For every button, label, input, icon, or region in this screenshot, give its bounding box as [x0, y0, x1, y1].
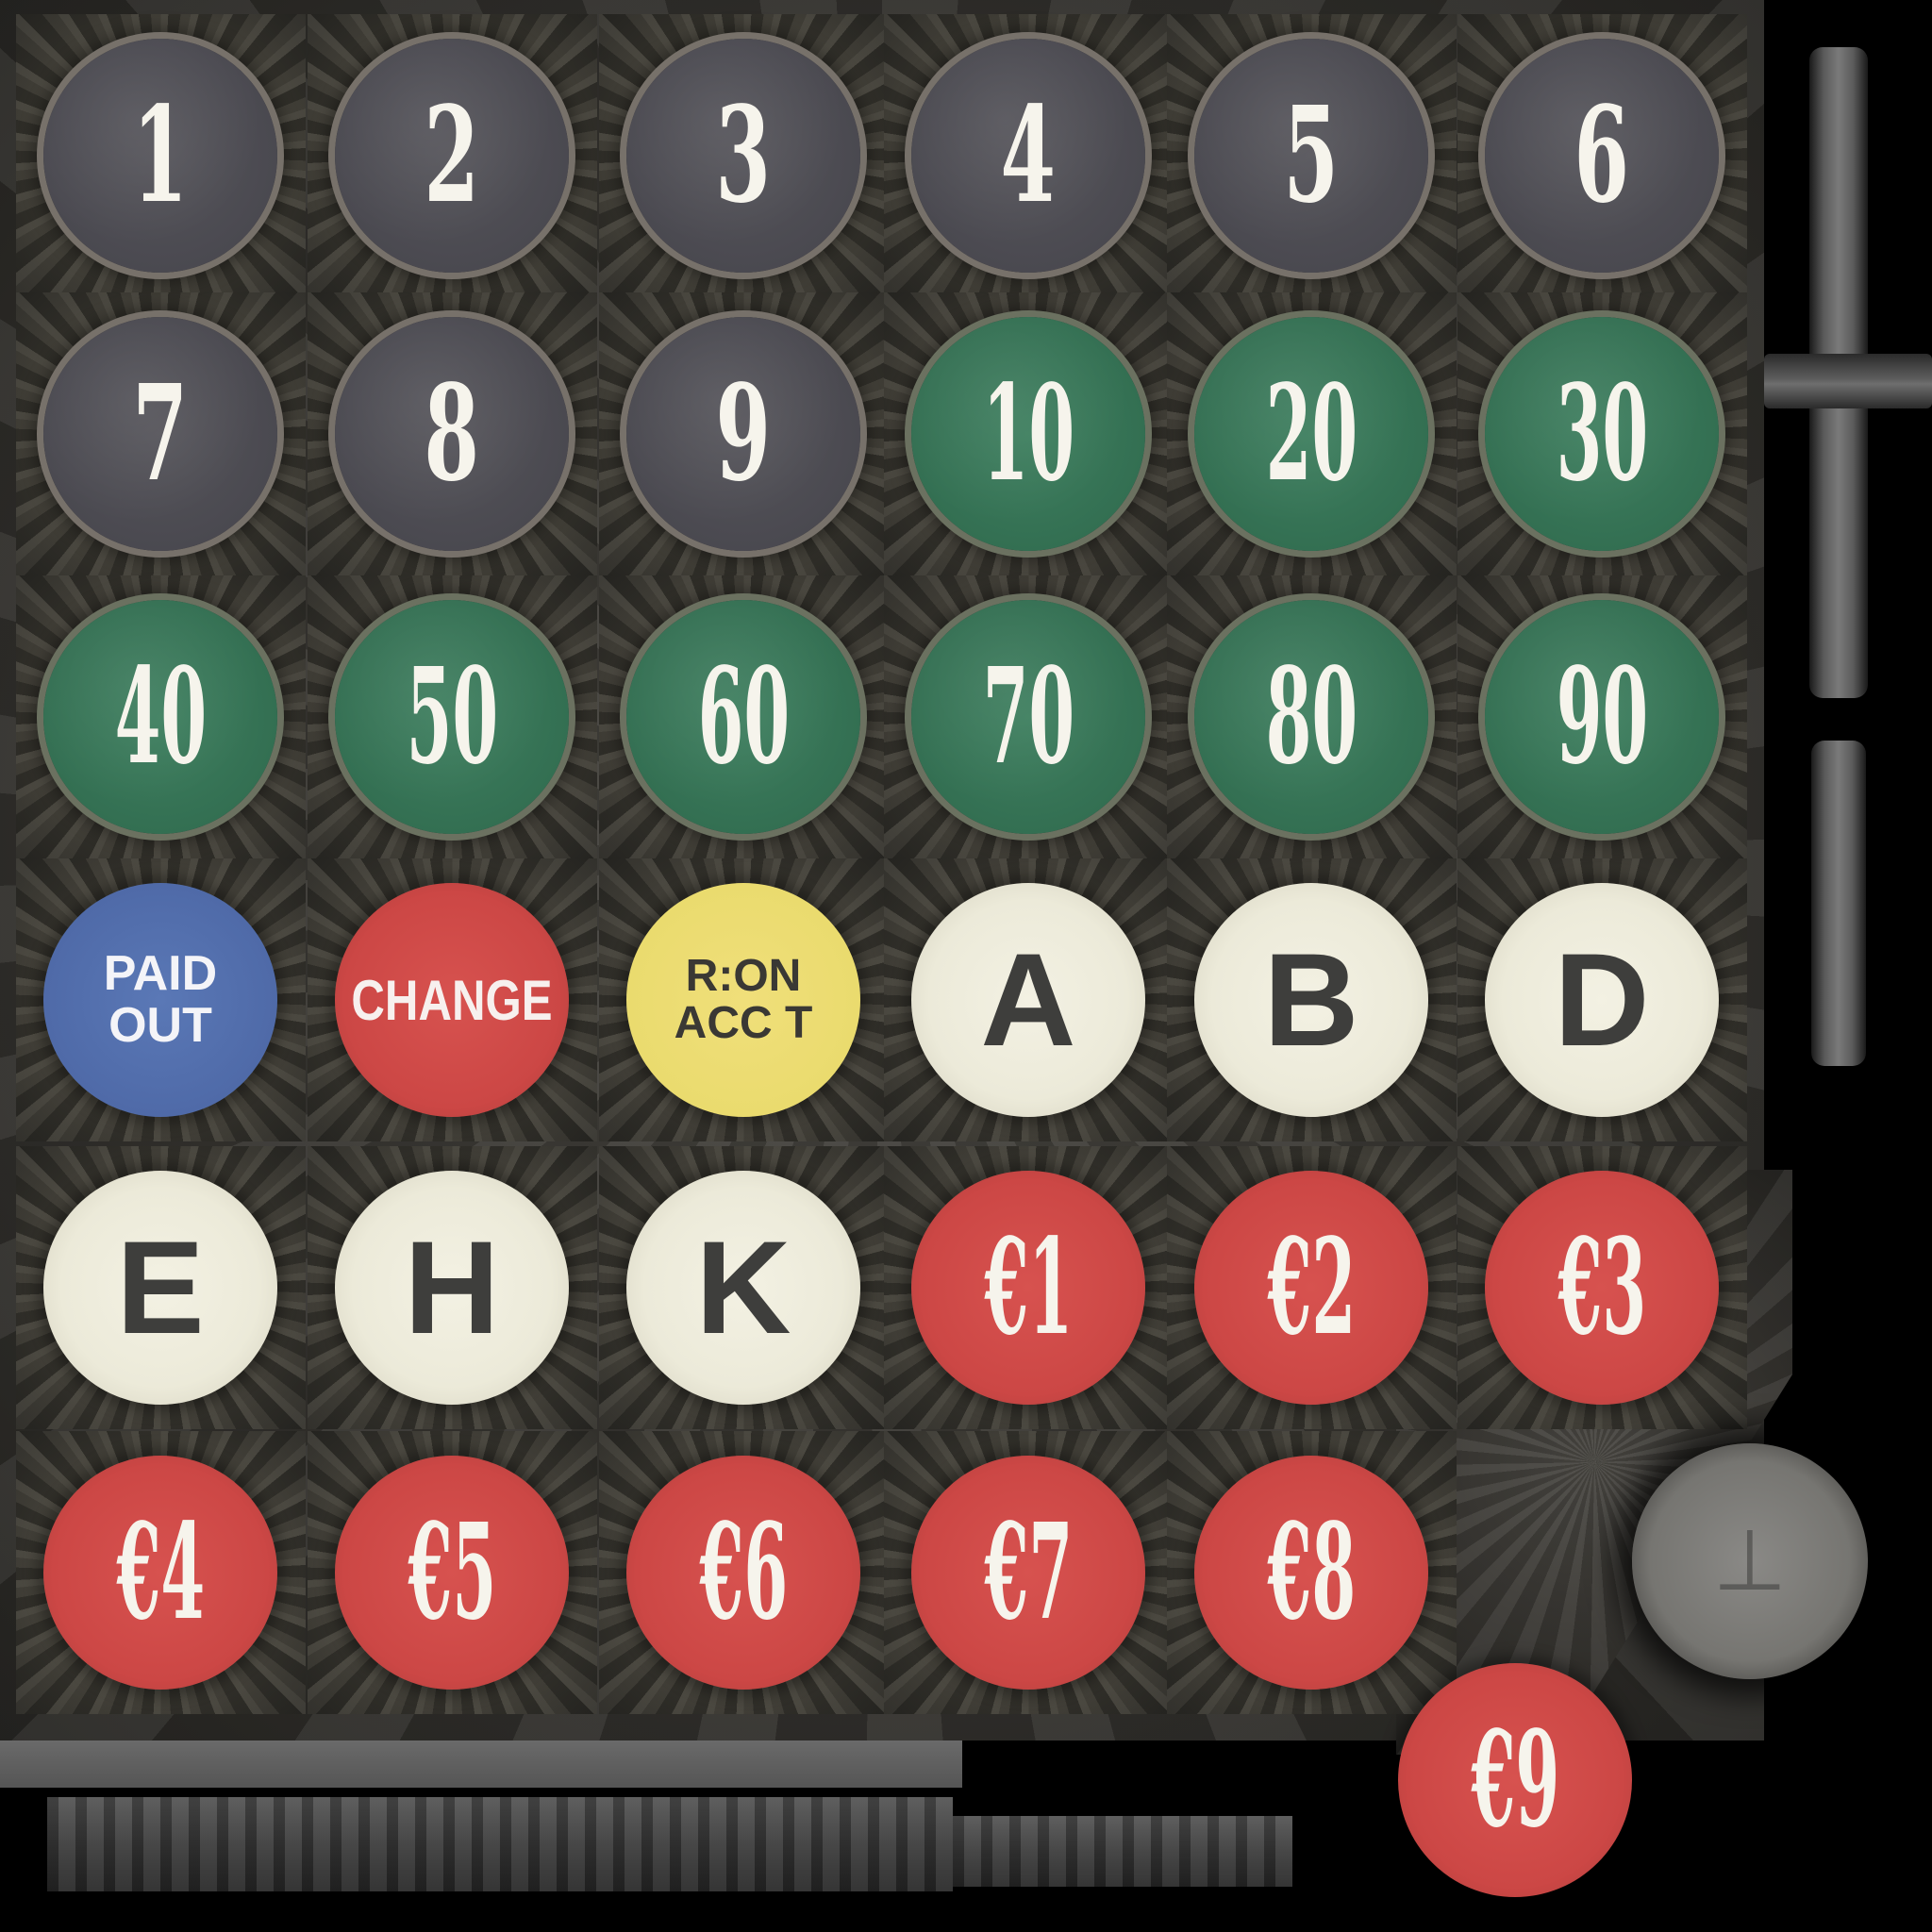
- key-label: €3: [1557, 1210, 1646, 1365]
- key-label: 40: [114, 640, 207, 794]
- key-6[interactable]: 6: [1485, 39, 1719, 273]
- key-label: 6: [1574, 78, 1630, 233]
- knob-marking-icon: ⊥: [1712, 1511, 1788, 1610]
- key-letter-b[interactable]: B: [1194, 883, 1428, 1117]
- key-label: A: [980, 925, 1076, 1074]
- key-label: €8: [1267, 1495, 1356, 1650]
- key-label: €4: [116, 1495, 205, 1650]
- key-paid-out[interactable]: PAID OUT: [43, 883, 277, 1117]
- bottom-strip-left: [0, 1740, 962, 1788]
- key-4[interactable]: 4: [911, 39, 1145, 273]
- key-9[interactable]: 9: [626, 317, 860, 551]
- key-label: 7: [132, 357, 189, 511]
- key-90[interactable]: 90: [1485, 600, 1719, 834]
- key-label: 9: [715, 357, 772, 511]
- key-euro-1[interactable]: €1: [911, 1171, 1145, 1405]
- keypad-texture-atlas: 1 2 3 4 5 6 7 8 9 10 20 30 40 50 60 70 80 90 PAID OUT CHANG…: [0, 0, 1932, 1932]
- key-label: 2: [424, 78, 480, 233]
- key-label: €9: [1471, 1703, 1559, 1857]
- key-label: 20: [1265, 357, 1357, 511]
- key-euro-6[interactable]: €6: [626, 1456, 860, 1690]
- key-letter-a[interactable]: A: [911, 883, 1145, 1117]
- key-euro-8[interactable]: €8: [1194, 1456, 1428, 1690]
- key-8[interactable]: 8: [335, 317, 569, 551]
- key-label: 5: [1283, 78, 1340, 233]
- key-label: 3: [715, 78, 772, 233]
- key-80[interactable]: 80: [1194, 600, 1428, 834]
- key-40[interactable]: 40: [43, 600, 277, 834]
- key-euro-4[interactable]: €4: [43, 1456, 277, 1690]
- key-label: €1: [984, 1210, 1073, 1365]
- key-change[interactable]: CHANGE: [335, 883, 569, 1117]
- key-7[interactable]: 7: [43, 317, 277, 551]
- key-label: €6: [699, 1495, 788, 1650]
- key-label: PAID OUT: [103, 946, 218, 1053]
- key-label: 70: [982, 640, 1074, 794]
- key-euro-7[interactable]: €7: [911, 1456, 1145, 1690]
- bottom-strip-right: [953, 1816, 1292, 1887]
- key-70[interactable]: 70: [911, 600, 1145, 834]
- side-rail-lower: [1811, 741, 1866, 1066]
- key-euro-5[interactable]: €5: [335, 1456, 569, 1690]
- key-label: D: [1554, 925, 1650, 1074]
- side-rail-crossbar: [1764, 354, 1932, 408]
- key-label: H: [404, 1213, 500, 1361]
- key-30[interactable]: 30: [1485, 317, 1719, 551]
- key-2[interactable]: 2: [335, 39, 569, 273]
- key-1[interactable]: 1: [43, 39, 277, 273]
- key-label: K: [695, 1213, 791, 1361]
- key-50[interactable]: 50: [335, 600, 569, 834]
- key-label: 30: [1556, 357, 1648, 511]
- key-label: €5: [408, 1495, 496, 1650]
- key-euro-3[interactable]: €3: [1485, 1171, 1719, 1405]
- key-label: 10: [982, 357, 1074, 511]
- key-label: 50: [406, 640, 498, 794]
- key-label: 80: [1265, 640, 1357, 794]
- key-label: 90: [1556, 640, 1648, 794]
- key-label: €2: [1267, 1210, 1356, 1365]
- key-received-on-account[interactable]: R:ON ACC T: [626, 883, 860, 1117]
- key-label: E: [116, 1213, 205, 1361]
- dial-knob[interactable]: ⊥: [1632, 1443, 1868, 1679]
- key-letter-k[interactable]: K: [626, 1171, 860, 1405]
- key-label: 60: [697, 640, 790, 794]
- key-10[interactable]: 10: [911, 317, 1145, 551]
- key-letter-e[interactable]: E: [43, 1171, 277, 1405]
- key-label: 4: [1000, 78, 1057, 233]
- key-letter-h[interactable]: H: [335, 1171, 569, 1405]
- key-label: 1: [132, 78, 189, 233]
- key-label: R:ON ACC T: [674, 950, 813, 1048]
- key-5[interactable]: 5: [1194, 39, 1428, 273]
- key-3[interactable]: 3: [626, 39, 860, 273]
- key-euro-2[interactable]: €2: [1194, 1171, 1428, 1405]
- key-20[interactable]: 20: [1194, 317, 1428, 551]
- key-60[interactable]: 60: [626, 600, 860, 834]
- bottom-strip-main: [47, 1797, 953, 1891]
- key-label: 8: [424, 357, 480, 511]
- key-letter-d[interactable]: D: [1485, 883, 1719, 1117]
- key-euro-9[interactable]: €9: [1398, 1663, 1632, 1897]
- key-label: B: [1263, 925, 1359, 1074]
- key-label: €7: [984, 1495, 1073, 1650]
- key-label: CHANGE: [351, 968, 553, 1032]
